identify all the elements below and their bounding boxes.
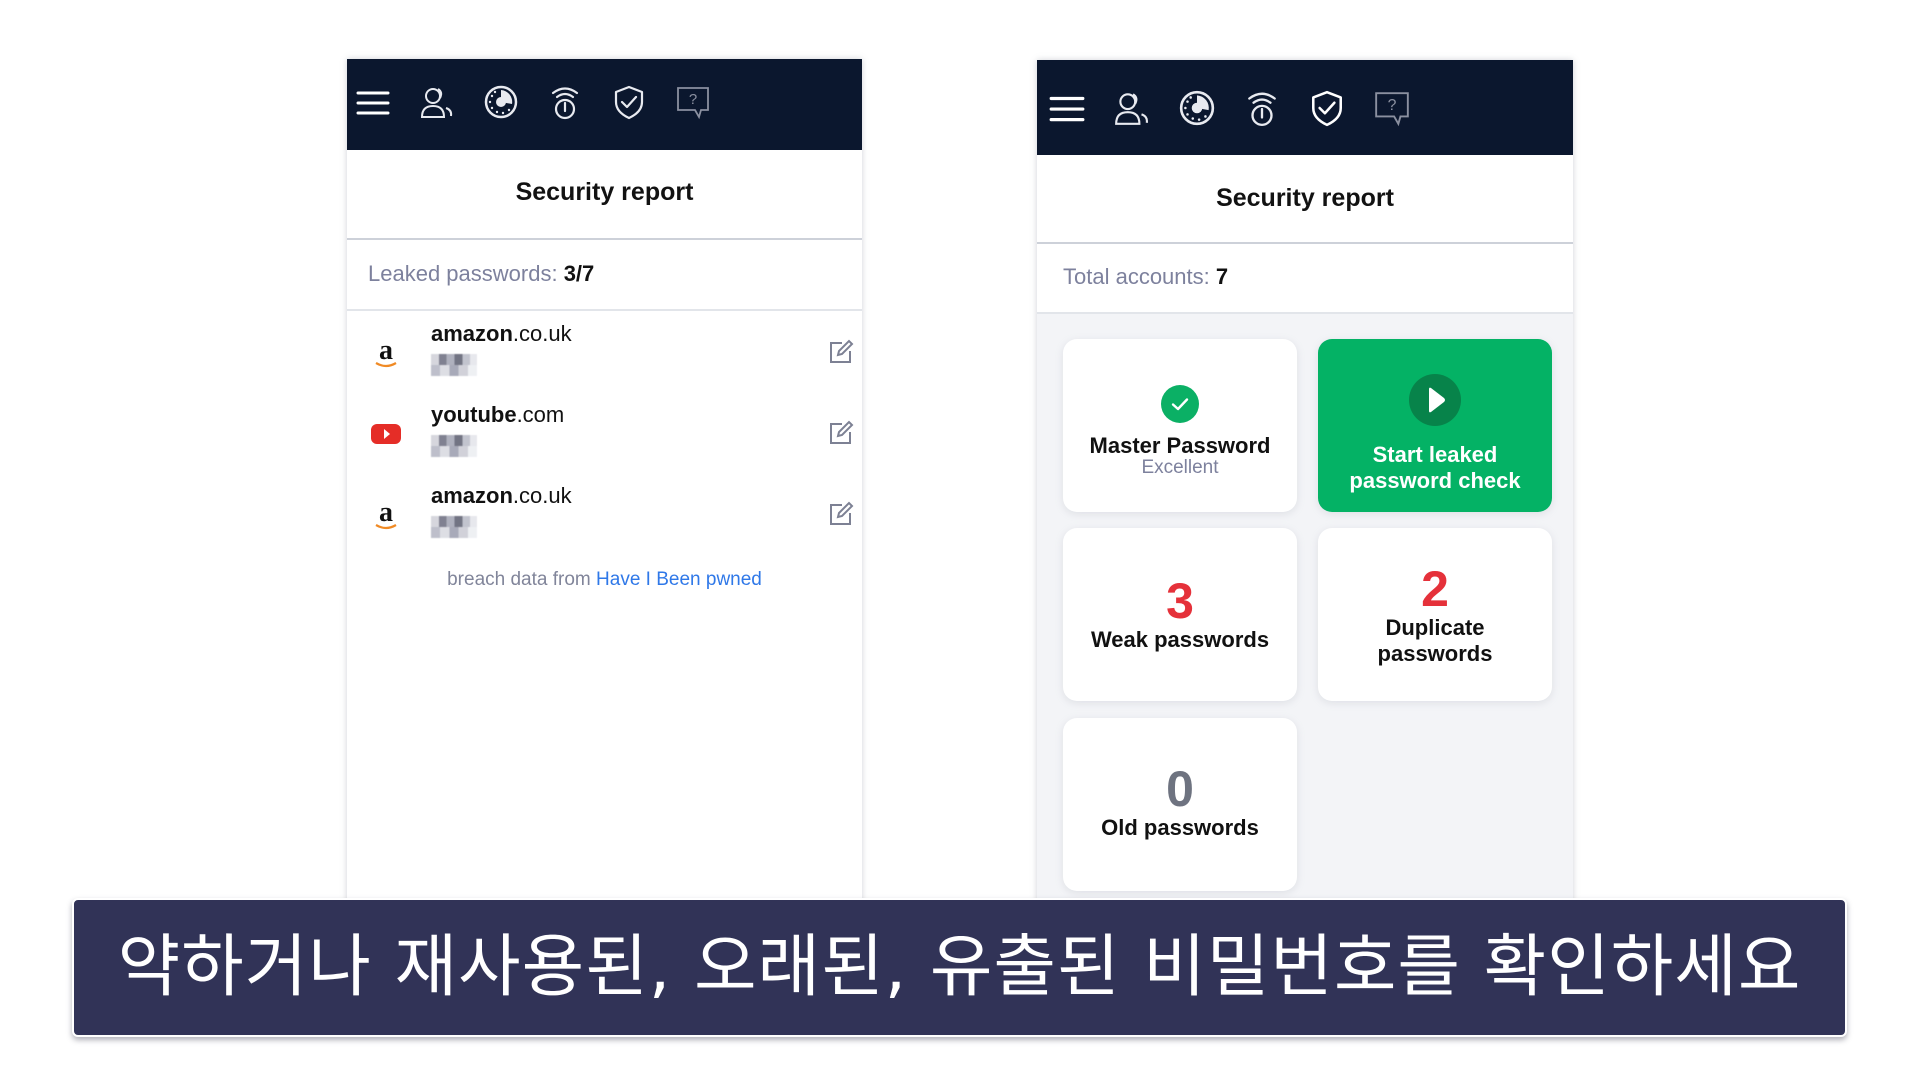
card-title: Old passwords: [1101, 815, 1259, 840]
menu-icon[interactable]: [1048, 89, 1086, 127]
start-leaked-check-button[interactable]: Start leaked password check: [1318, 339, 1552, 512]
account-domain: youtube.com: [431, 402, 565, 427]
svg-text:a: a: [379, 335, 393, 366]
edit-icon[interactable]: [828, 339, 854, 365]
security-shield-icon[interactable]: [1308, 89, 1346, 127]
accounts-icon[interactable]: [419, 84, 455, 120]
stat-value: 3/7: [563, 261, 595, 286]
old-passwords-card[interactable]: 0 Old passwords: [1063, 718, 1297, 891]
duplicate-passwords-card[interactable]: 2 Duplicate passwords: [1318, 528, 1552, 701]
help-icon[interactable]: ?: [675, 84, 711, 120]
amazon-logo-icon: a: [367, 495, 405, 533]
check-circle-icon: [1161, 385, 1199, 423]
leaked-passwords-panel: ? Security report Leaked passwords: 3/7 …: [347, 59, 862, 939]
youtube-logo-icon: [367, 414, 405, 452]
list-item[interactable]: youtube.com: [347, 392, 862, 473]
list-item[interactable]: a amazon.co.uk: [347, 473, 862, 554]
masked-username: [431, 516, 477, 538]
stat-label: Total accounts:: [1063, 264, 1210, 289]
help-icon[interactable]: ?: [1373, 89, 1411, 127]
page-title: Security report: [1037, 155, 1573, 244]
edit-icon[interactable]: [828, 420, 854, 446]
security-shield-icon[interactable]: [611, 84, 647, 120]
amazon-logo-icon: a: [367, 333, 405, 371]
masked-username: [431, 354, 477, 376]
footnote-prefix: breach data from: [447, 569, 591, 590]
dashboard-icon[interactable]: [1178, 89, 1216, 127]
caption-banner: 약하거나 재사용된, 오래된, 유출된 비밀번호를 확인하세요: [72, 898, 1847, 1037]
weak-count: 3: [1166, 573, 1194, 629]
app-toolbar: ?: [347, 59, 862, 150]
list-item[interactable]: a amazon.co.uk: [347, 311, 862, 392]
breach-data-footnote: breach data from Have I Been pwned: [347, 569, 862, 591]
old-count: 0: [1166, 761, 1194, 817]
card-title-line2: passwords: [1377, 641, 1493, 666]
card-title-line1: Start leaked: [1372, 442, 1498, 467]
card-title-line1: Duplicate: [1385, 615, 1485, 640]
masked-username: [431, 435, 477, 457]
duplicate-count: 2: [1421, 561, 1449, 617]
vpn-icon[interactable]: [547, 84, 583, 120]
page-title: Security report: [347, 150, 862, 240]
hibp-link[interactable]: Have I Been pwned: [596, 569, 762, 590]
leaked-passwords-summary: Leaked passwords: 3/7: [347, 240, 862, 311]
leaked-accounts-list: a amazon.co.uk youtube.com a amazon.co.u…: [347, 311, 862, 590]
stat-value: 7: [1215, 264, 1229, 289]
card-title: Weak passwords: [1090, 627, 1270, 652]
account-domain: amazon.co.uk: [431, 321, 572, 346]
card-title-line2: password check: [1349, 468, 1521, 493]
dashboard-icon[interactable]: [483, 84, 519, 120]
security-report-panel: ? Security report Total accounts: 7 Mast…: [1037, 60, 1573, 940]
edit-icon[interactable]: [828, 501, 854, 527]
app-toolbar: ?: [1037, 60, 1573, 155]
card-title: Master Password: [1089, 433, 1271, 458]
svg-text:?: ?: [1388, 97, 1397, 114]
svg-text:?: ?: [689, 91, 697, 108]
account-domain: amazon.co.uk: [431, 483, 572, 508]
vpn-icon[interactable]: [1243, 89, 1281, 127]
total-accounts-summary: Total accounts: 7: [1037, 244, 1573, 314]
accounts-icon[interactable]: [1113, 89, 1151, 127]
report-cards-grid: Master Password Excellent Start leaked p…: [1037, 314, 1573, 940]
svg-text:a: a: [379, 497, 393, 528]
card-status: Excellent: [1141, 457, 1219, 478]
master-password-card[interactable]: Master Password Excellent: [1063, 339, 1297, 512]
weak-passwords-card[interactable]: 3 Weak passwords: [1063, 528, 1297, 701]
stat-label: Leaked passwords:: [368, 261, 558, 286]
play-icon: [1409, 374, 1461, 426]
menu-icon[interactable]: [355, 84, 391, 120]
